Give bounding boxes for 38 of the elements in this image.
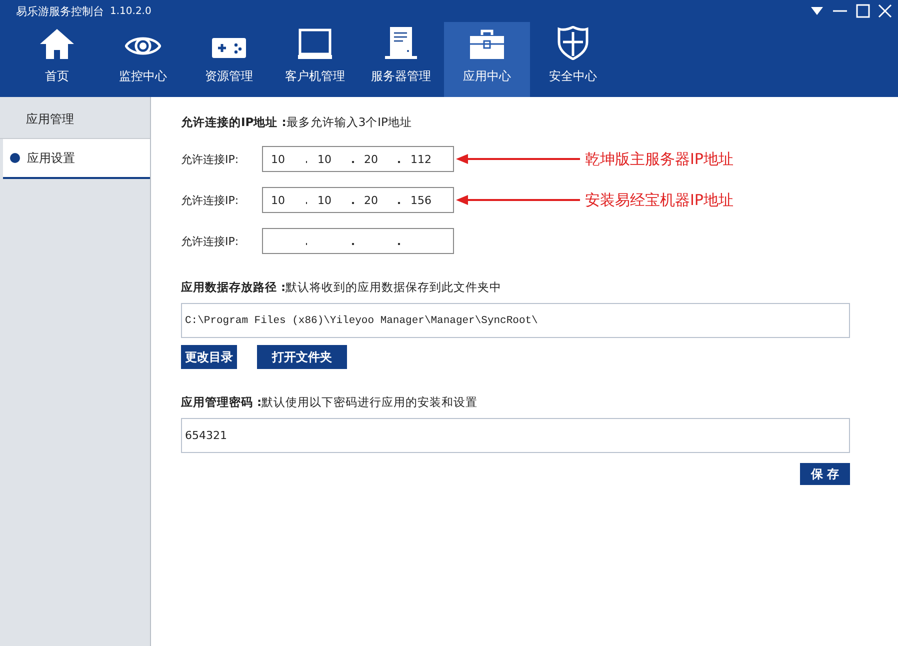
nav-tab[interactable]: 应用中心 xyxy=(444,22,530,97)
folder-button[interactable]: 打开文件夹 xyxy=(257,345,347,369)
folder-button[interactable]: 更改目录 xyxy=(181,345,237,369)
save-button[interactable]: 保 存 xyxy=(800,463,850,485)
close-icon[interactable] xyxy=(878,4,892,18)
section-note: 默认使用以下密码进行应用的安装和设置 xyxy=(262,395,478,409)
version-label: 1.10.2.0 xyxy=(110,6,152,16)
nav-tab[interactable]: 首页 xyxy=(14,22,100,97)
field-label: 允许连接IP: xyxy=(181,152,240,166)
ip-address-field[interactable]: 10 10 20 112 xyxy=(262,146,454,172)
sidebar-item[interactable]: 应用设置 xyxy=(3,139,150,179)
password-field[interactable]: 654321 xyxy=(181,418,850,453)
field-label: 允许连接IP: xyxy=(181,234,240,248)
annotation-text: 安装易经宝机器IP地址 xyxy=(585,190,734,210)
toolbox-icon xyxy=(469,28,505,60)
section-note: 默认将收到的应用数据保存到此文件夹中 xyxy=(286,280,502,294)
nav-tab[interactable]: 资源管理 xyxy=(186,22,272,97)
path-field[interactable]: C:\Program Files (x86)\Yileyoo Manager\Manager\SyncRoot\ xyxy=(181,303,850,338)
nav-tab[interactable]: 监控中心 xyxy=(100,22,186,97)
section-heading: 应用数据存放路径 : xyxy=(181,280,286,294)
section-heading: 允许连接的IP地址 : xyxy=(181,115,286,129)
annotation-text: 乾坤版主服务器IP地址 xyxy=(585,150,734,168)
nav-tab[interactable]: 服务器管理 xyxy=(358,22,444,97)
shield-icon xyxy=(557,26,589,60)
field-label: 允许连接IP: xyxy=(181,192,240,208)
dropdown-icon[interactable] xyxy=(810,6,824,16)
house-icon xyxy=(39,28,75,60)
section-heading: 应用管理密码 : xyxy=(181,395,262,409)
monitor-icon xyxy=(297,28,333,60)
ip-address-field[interactable] xyxy=(262,228,454,254)
nav-tab[interactable]: 安全中心 xyxy=(530,22,616,97)
nav-tab[interactable]: 客户机管理 xyxy=(272,22,358,97)
section-note: 最多允许输入3个IP地址 xyxy=(286,115,412,129)
window-title: 易乐游服务控制台 xyxy=(16,4,104,18)
ip-address-field[interactable]: 10 10 20 156 xyxy=(262,187,454,213)
gamepad-icon xyxy=(211,36,247,60)
server-icon xyxy=(384,26,418,60)
maximize-icon[interactable] xyxy=(856,4,870,18)
